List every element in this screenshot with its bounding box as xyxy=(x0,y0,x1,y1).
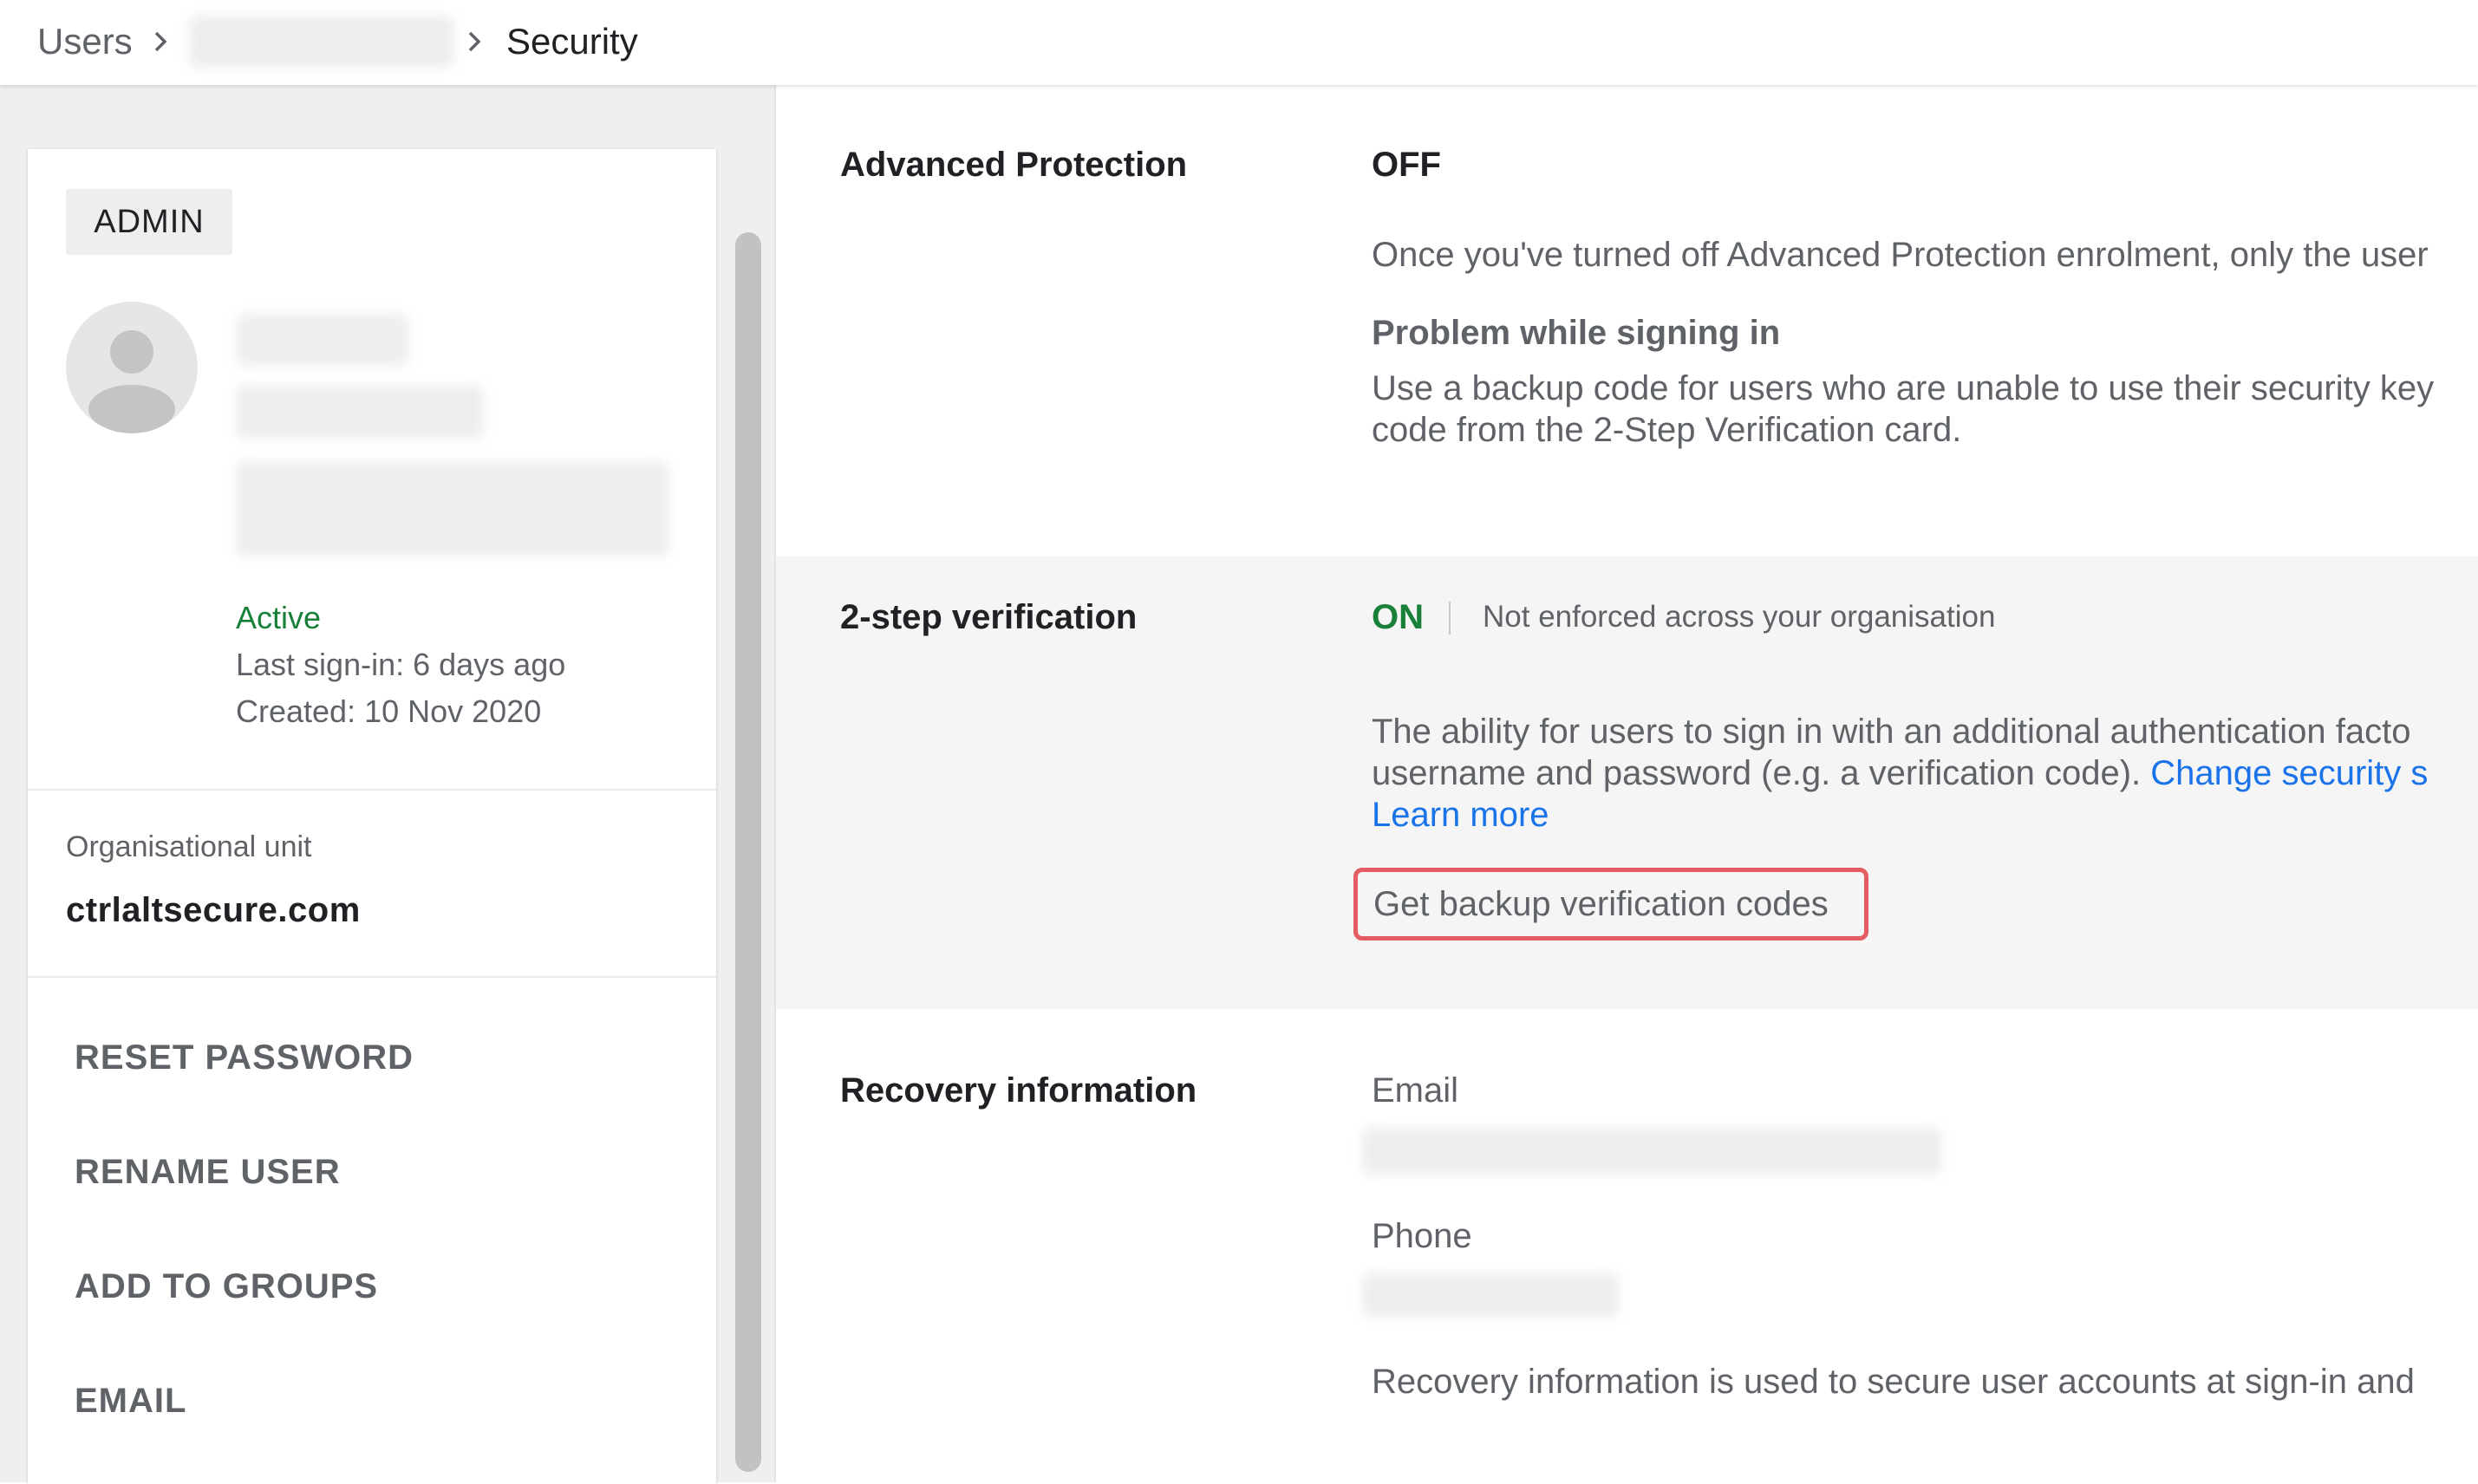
person-icon xyxy=(88,330,175,433)
org-unit-value: ctrlaltsecure.com xyxy=(66,891,361,929)
recovery-information-title: Recovery information xyxy=(840,1071,1197,1110)
change-security-settings-link[interactable]: Change security s xyxy=(2150,754,2428,792)
advanced-protection-section: Advanced Protection OFF Once you've turn… xyxy=(776,85,2478,556)
recovery-phone-redacted xyxy=(1362,1272,1619,1318)
chevron-right-icon xyxy=(468,31,481,52)
advanced-protection-description: Once you've turned off Advanced Protecti… xyxy=(1372,236,2429,274)
recovery-phone-label: Phone xyxy=(1372,1217,1472,1255)
learn-more-link[interactable]: Learn more xyxy=(1372,796,1549,835)
divider xyxy=(28,976,716,978)
last-signin-text: Last sign-in: 6 days ago xyxy=(236,647,566,682)
recovery-information-note: Recovery information is used to secure u… xyxy=(1372,1363,2415,1401)
org-unit-label: Organisational unit xyxy=(66,830,312,863)
created-date-text: Created: 10 Nov 2020 xyxy=(236,693,542,729)
divider xyxy=(1449,602,1451,635)
breadcrumb-current-page: Security xyxy=(506,21,638,62)
status-badge: Active xyxy=(236,600,322,635)
scrollbar[interactable] xyxy=(735,232,761,1472)
breadcrumb-user-name-redacted[interactable] xyxy=(189,16,454,68)
advanced-protection-title: Advanced Protection xyxy=(840,146,1188,184)
problem-signing-in-text-line1: Use a backup code for users who are unab… xyxy=(1372,369,2435,407)
get-backup-codes-button[interactable]: Get backup verification codes xyxy=(1353,868,1868,941)
enforcement-status-text: Not enforced across your organisation xyxy=(1483,600,1996,634)
user-email-redacted xyxy=(236,461,669,556)
breadcrumb: Users Security xyxy=(0,0,2478,85)
chevron-right-icon xyxy=(154,31,167,52)
recovery-email-label: Email xyxy=(1372,1071,1459,1110)
problem-signing-in-text-line2: code from the 2-Step Verification card. xyxy=(1372,411,1962,449)
breadcrumb-users-link[interactable]: Users xyxy=(37,19,133,64)
user-sidebar: ADMIN Active Last sign-in: 6 days ago Cr… xyxy=(0,85,776,1484)
recovery-email-redacted xyxy=(1362,1127,1941,1175)
two-step-description-line2: username and password (e.g. a verificati… xyxy=(1372,754,2429,792)
security-settings-panel: Advanced Protection OFF Once you've turn… xyxy=(776,85,2478,1482)
add-to-groups-button[interactable]: ADD TO GROUPS xyxy=(75,1267,378,1306)
advanced-protection-status: OFF xyxy=(1372,146,1441,184)
email-button[interactable]: EMAIL xyxy=(75,1382,186,1421)
rename-user-button[interactable]: RENAME USER xyxy=(75,1153,341,1192)
reset-password-button[interactable]: RESET PASSWORD xyxy=(75,1038,414,1077)
problem-signing-in-title: Problem while signing in xyxy=(1372,314,1781,352)
user-name-redacted xyxy=(236,314,409,366)
two-step-verification-section[interactable]: 2-step verification ON Not enforced acro… xyxy=(776,556,2478,1009)
user-surname-redacted xyxy=(236,385,484,439)
scrollbar-thumb[interactable] xyxy=(735,232,761,1472)
avatar xyxy=(66,302,198,433)
two-step-verification-title: 2-step verification xyxy=(840,598,1138,636)
role-badge: ADMIN xyxy=(66,189,232,255)
two-step-status: ON xyxy=(1372,598,1424,636)
two-step-description-line1: The ability for users to sign in with an… xyxy=(1372,713,2411,751)
recovery-information-section: Recovery information Email Phone Recover… xyxy=(776,1009,2478,1482)
divider xyxy=(28,789,716,791)
user-card: ADMIN Active Last sign-in: 6 days ago Cr… xyxy=(28,149,716,1484)
